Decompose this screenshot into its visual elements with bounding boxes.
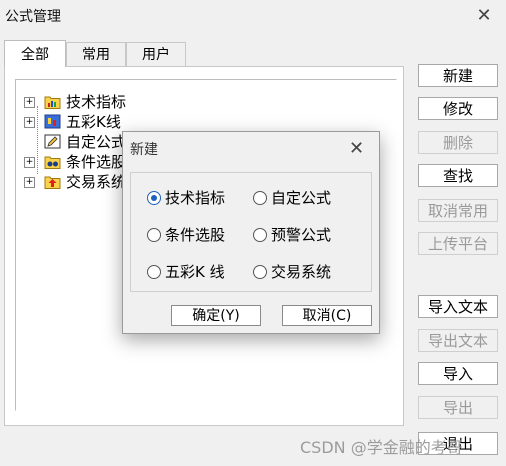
window-title: 公式管理	[5, 9, 61, 25]
new-formula-dialog: 新建 ✕ 技术指标 自定公式 条件选股 预警公式 五彩K 线 交易系统 确定(Y…	[122, 131, 380, 334]
watermark: CSDN @学金融的考哥	[300, 438, 463, 457]
candlestick-folder-icon	[44, 114, 61, 129]
tree-item-label: 条件选股	[66, 153, 127, 171]
bar-chart-folder-icon	[44, 96, 61, 109]
dialog-title: 新建	[130, 142, 158, 158]
radio-label: 预警公式	[271, 226, 332, 244]
ok-button[interactable]: 确定(Y)	[171, 305, 261, 326]
export-button[interactable]: 导出	[418, 396, 498, 419]
tree-item-label: 交易系统	[66, 173, 127, 191]
tree-item-label: 技术指标	[66, 93, 127, 111]
radio-label: 自定公式	[271, 189, 332, 207]
radio-label: 条件选股	[165, 226, 226, 244]
close-icon[interactable]: ✕	[349, 138, 364, 159]
import-button[interactable]: 导入	[418, 362, 498, 385]
tree-item-label: 自定公式	[66, 133, 127, 151]
radio-label: 技术指标	[165, 189, 226, 207]
radio-label: 五彩K 线	[165, 263, 225, 281]
cancel-button[interactable]: 取消(C)	[282, 305, 372, 326]
uncommon-button[interactable]: 取消常用	[418, 199, 498, 222]
expand-icon[interactable]: +	[24, 97, 35, 108]
tab-all[interactable]: 全部	[4, 40, 66, 67]
upload-platform-button[interactable]: 上传平台	[418, 232, 498, 255]
expand-icon[interactable]: +	[24, 117, 35, 128]
find-button[interactable]: 查找	[418, 164, 498, 187]
delete-button[interactable]: 删除	[418, 131, 498, 154]
tab-user[interactable]: 用户	[126, 42, 186, 66]
expand-icon[interactable]: +	[24, 177, 35, 188]
export-text-button[interactable]: 导出文本	[418, 329, 498, 352]
formula-type-group: 技术指标 自定公式 条件选股 预警公式 五彩K 线 交易系统	[130, 172, 372, 292]
radio-icon[interactable]	[147, 228, 161, 242]
modify-button[interactable]: 修改	[418, 97, 498, 120]
import-text-button[interactable]: 导入文本	[418, 295, 498, 318]
radio-icon[interactable]	[253, 265, 267, 279]
tree-connector	[37, 106, 38, 174]
radio-selected-icon[interactable]	[147, 191, 161, 205]
expand-icon[interactable]: +	[24, 157, 35, 168]
pencil-icon	[44, 134, 61, 149]
radio-icon[interactable]	[147, 265, 161, 279]
radio-icon[interactable]	[253, 228, 267, 242]
tree-item-label: 五彩K线	[66, 113, 121, 131]
radio-label: 交易系统	[271, 263, 332, 281]
close-icon[interactable]: ✕	[470, 4, 498, 28]
up-arrow-folder-icon	[44, 176, 61, 189]
new-button[interactable]: 新建	[418, 64, 498, 87]
radio-icon[interactable]	[253, 191, 267, 205]
formula-manager-window: 公式管理 ✕ 全部 常用 用户 + 技术指标 + 五彩K线 自定公式 + 条件选…	[0, 0, 506, 466]
tab-common[interactable]: 常用	[66, 42, 126, 66]
binoculars-folder-icon	[44, 156, 61, 169]
